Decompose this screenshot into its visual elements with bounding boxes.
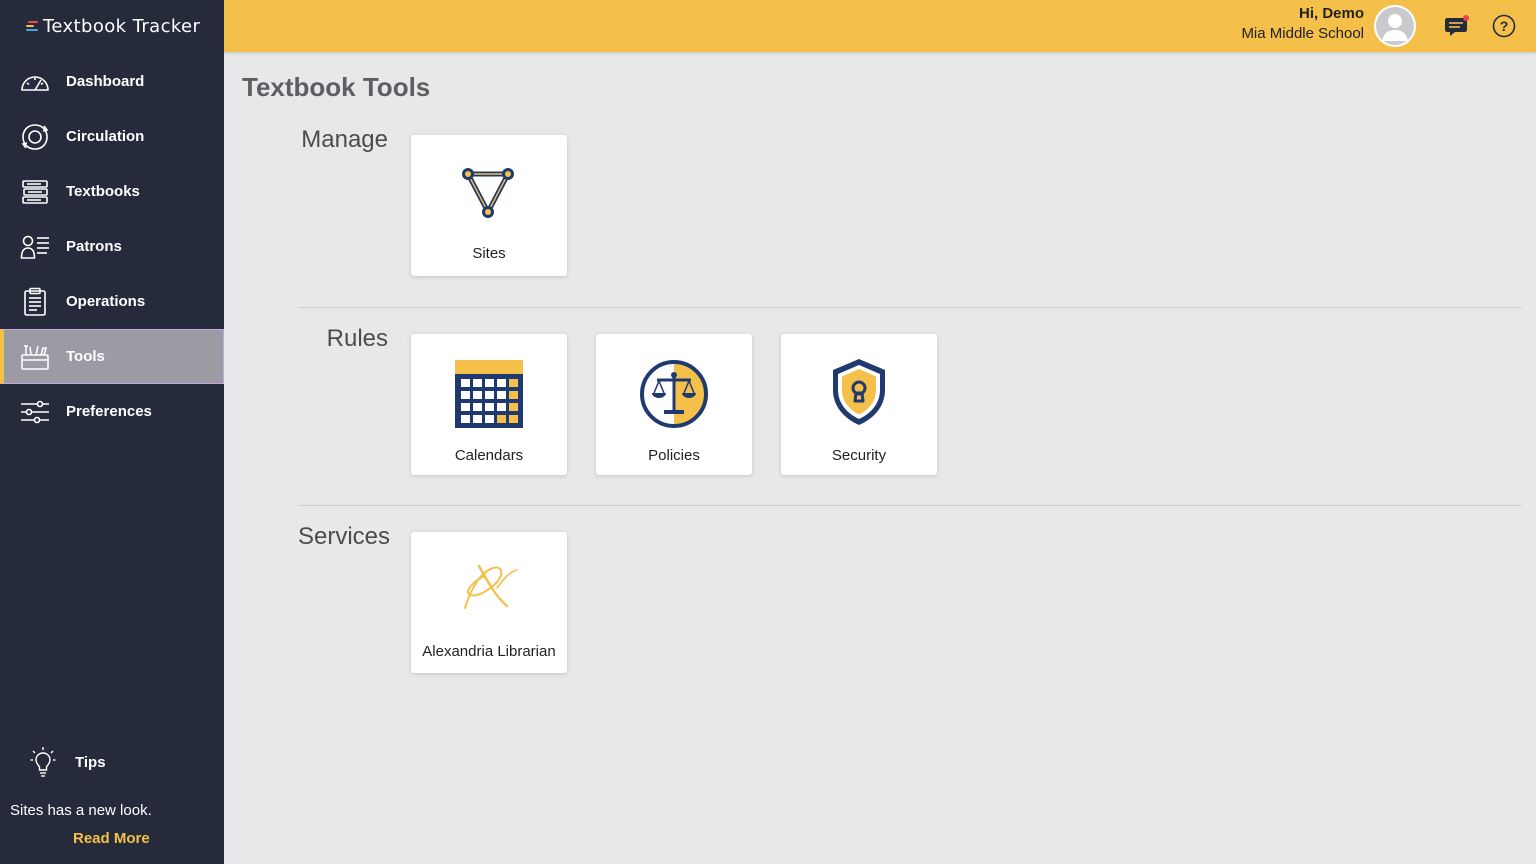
tile-label: Alexandria Librarian: [422, 643, 556, 660]
sidebar-item-dashboard[interactable]: Dashboard: [0, 54, 224, 109]
avatar[interactable]: [1374, 5, 1416, 47]
sidebar-item-label: Patrons: [66, 238, 122, 255]
lightbulb-icon: [30, 746, 56, 778]
sidebar-item-label: Operations: [66, 293, 146, 310]
read-more-link[interactable]: Read More: [73, 830, 150, 847]
textbooks-icon: [20, 177, 50, 207]
app-title: Textbook Tracker: [43, 15, 201, 37]
section-label-rules: Rules: [326, 325, 388, 352]
tips-panel: Tips Sites has a new look. Read More: [0, 744, 224, 847]
sidebar-nav: Dashboard Circulation Textbooks Patrons …: [0, 54, 224, 439]
sidebar-item-label: Circulation: [66, 128, 145, 145]
section-label-manage: Manage: [301, 126, 388, 153]
sidebar-item-operations[interactable]: Operations: [0, 274, 224, 329]
sidebar-item-label: Dashboard: [66, 73, 145, 90]
tile-security[interactable]: Security: [781, 334, 937, 475]
tile-alexandria-librarian[interactable]: Alexandria Librarian: [411, 532, 567, 673]
tips-text: Sites has a new look.: [10, 802, 152, 819]
dashboard-icon: [20, 67, 50, 97]
tile-label: Policies: [648, 447, 700, 464]
sidebar-item-patrons[interactable]: Patrons: [0, 219, 224, 274]
sidebar-item-textbooks[interactable]: Textbooks: [0, 164, 224, 219]
page-title: Textbook Tools: [242, 72, 431, 102]
user-school: Mia Middle School: [1241, 25, 1364, 42]
messages-icon[interactable]: [1444, 14, 1470, 38]
sites-icon: [411, 157, 567, 229]
calendar-icon: [411, 358, 567, 430]
sidebar: Textbook Tracker Dashboard Circulation T…: [0, 0, 224, 864]
tips-header[interactable]: Tips: [0, 744, 224, 780]
tile-label: Sites: [472, 245, 506, 262]
sidebar-item-tools[interactable]: Tools: [0, 329, 224, 384]
sidebar-item-preferences[interactable]: Preferences: [0, 384, 224, 439]
alexandria-logo-icon: [411, 550, 567, 622]
operations-icon: [20, 287, 50, 317]
tile-calendars[interactable]: Calendars: [411, 334, 567, 475]
section-label-services: Services: [297, 523, 390, 550]
app-brand[interactable]: Textbook Tracker: [26, 14, 200, 38]
svg-text:?: ?: [1500, 18, 1509, 34]
sidebar-item-label: Preferences: [66, 403, 152, 420]
user-info[interactable]: Hi, Demo Mia Middle School: [1241, 5, 1364, 45]
tile-sites[interactable]: Sites: [411, 135, 567, 276]
top-bar: Hi, Demo Mia Middle School ?: [224, 0, 1536, 52]
sidebar-item-label: Tools: [66, 348, 105, 365]
user-greeting: Hi, Demo: [1298, 5, 1364, 22]
help-icon[interactable]: ?: [1492, 14, 1516, 38]
tile-label: Calendars: [454, 447, 524, 464]
tile-label: Security: [831, 447, 887, 464]
section-divider: [298, 505, 1522, 506]
scales-icon: [596, 358, 752, 430]
brand-logo-icon: [26, 21, 38, 31]
circulation-icon: [20, 122, 50, 152]
user-avatar-icon: [1374, 5, 1416, 47]
tools-icon: [20, 342, 50, 372]
shield-lock-icon: [781, 356, 937, 428]
tile-policies[interactable]: Policies: [596, 334, 752, 475]
preferences-icon: [20, 397, 50, 427]
sidebar-item-label: Textbooks: [66, 183, 140, 200]
sidebar-item-circulation[interactable]: Circulation: [0, 109, 224, 164]
tips-label: Tips: [75, 753, 106, 771]
section-divider: [298, 307, 1522, 308]
patrons-icon: [20, 232, 50, 262]
